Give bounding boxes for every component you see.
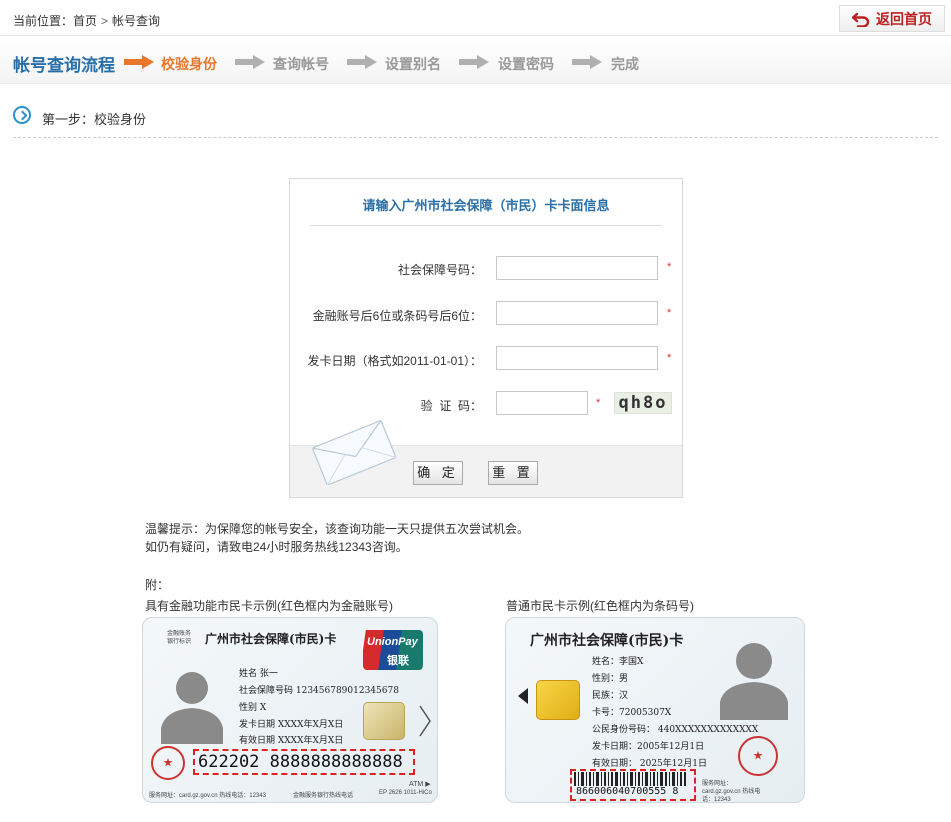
required-mark: * xyxy=(596,397,601,409)
regular-card-row: 性别：男 xyxy=(592,674,629,684)
breadcrumb: 当前位置：首页 > 帐号查询 xyxy=(13,12,160,29)
triangle-left-icon xyxy=(518,688,528,704)
financial-card-image: 金融账务 银行标识 广州市社会保障(市民)卡 UnionPay 银联 姓名 张一… xyxy=(142,617,438,803)
ssn-input[interactable] xyxy=(496,256,658,280)
captcha-label: 验 证 码： xyxy=(420,399,482,413)
financial-card-row: 性别 X xyxy=(239,703,267,713)
financial-card-row: 姓名 张一 xyxy=(239,669,278,679)
arrow-icon xyxy=(572,55,602,69)
breadcrumb-separator: > xyxy=(101,14,109,28)
chevron-right-icon xyxy=(419,705,431,737)
step-header: 第一步：校验身份 xyxy=(13,106,938,138)
regular-footer-right: 服务网址：card.gz.gov.cn 热线电话：12343 xyxy=(702,781,761,803)
regular-card-row: 卡号：72005307X xyxy=(592,708,672,718)
regular-card-title: 广州市社会保障(市民)卡 xyxy=(530,633,684,649)
regular-card-row: 姓名：李国X xyxy=(592,657,644,667)
ssn-label: 社会保障号码： xyxy=(397,263,482,277)
form-divider xyxy=(310,225,662,226)
financial-card-row: 社会保障号码 123456789012345678 xyxy=(239,686,399,696)
financial-card-row: 有效日期 XXXX年X月X日 xyxy=(239,736,344,746)
barcode-number: 866006040700555 8 xyxy=(576,786,679,797)
return-icon xyxy=(852,12,870,27)
required-mark: * xyxy=(667,352,672,364)
tip-line-2: 如仍有疑问，请致电24小时服务热线12343咨询。 xyxy=(145,540,408,554)
captcha-input[interactable] xyxy=(496,391,588,415)
unionpay-cn: 银联 xyxy=(387,655,409,667)
step-header-label: 第一步：校验身份 xyxy=(42,112,147,127)
chip-icon xyxy=(536,680,580,720)
financial-footer-right: EP 2626 1011-HiCo xyxy=(379,790,432,796)
regular-card-caption: 普通市民卡示例(红色框内为条码号) xyxy=(506,599,694,613)
required-mark: * xyxy=(667,261,672,273)
flow-step-password: 设置密码 xyxy=(498,56,554,72)
atm-mark: ATM ▶ xyxy=(409,781,431,788)
bank-mark-text: 金融账务 银行标识 xyxy=(167,631,192,645)
regular-card-row: 公民身份号码： 440XXXXXXXXXXXXX xyxy=(592,725,759,735)
breadcrumb-current: 帐号查询 xyxy=(112,14,161,28)
appendix-label: 附： xyxy=(145,578,170,592)
chip-icon xyxy=(363,702,405,740)
financial-footer-mid: 金融服务银行热线电话 xyxy=(293,793,354,799)
breadcrumb-home-link[interactable]: 首页 xyxy=(73,14,97,28)
regular-card-row: 民族：汉 xyxy=(592,691,629,701)
issue-date-input[interactable] xyxy=(496,346,658,370)
required-mark: * xyxy=(667,307,672,319)
process-flow: 帐号查询流程 校验身份 查询帐号 设置别名 设置密码 完成 xyxy=(0,36,951,84)
financial-card-row: 发卡日期 XXXX年X月X日 xyxy=(239,720,344,730)
flow-title: 帐号查询流程 xyxy=(13,56,115,75)
captcha-image[interactable]: qh8o xyxy=(614,392,672,414)
financial-card-title: 广州市社会保障(市民)卡 xyxy=(205,632,337,646)
account-suffix-label: 金融账号后6位或条码号后6位： xyxy=(312,309,482,323)
seal-icon xyxy=(738,736,778,776)
tip-line-1: 温馨提示：为保障您的帐号安全，该查询功能一天只提供五次尝试机会。 xyxy=(145,522,530,536)
verify-form: 请输入广州市社会保障（市民）卡卡面信息 社会保障号码： * 金融账号后6位或条码… xyxy=(289,178,683,498)
flow-step-done: 完成 xyxy=(611,56,639,72)
issue-date-label: 发卡日期（格式如2011-01-01）： xyxy=(307,354,483,368)
flow-step-query: 查询帐号 xyxy=(273,56,329,72)
financial-account-number: 622202 8888888888888 xyxy=(198,752,403,772)
person-photo-icon xyxy=(161,672,223,744)
form-title: 请输入广州市社会保障（市民）卡卡面信息 xyxy=(362,198,610,213)
flow-step-verify: 校验身份 xyxy=(161,56,217,72)
reset-button[interactable]: 重 置 xyxy=(488,461,538,485)
arrow-icon xyxy=(459,55,489,69)
financial-card-caption: 具有金融功能市民卡示例(红色框内为金融账号) xyxy=(145,599,393,613)
flow-step-alias: 设置别名 xyxy=(385,56,441,72)
confirm-button[interactable]: 确 定 xyxy=(413,461,463,485)
unionpay-logo: UnionPay 银联 xyxy=(363,630,423,670)
regular-card-row: 有效日期： 2025年12月1日 xyxy=(592,759,707,769)
unionpay-en: UnionPay xyxy=(367,636,418,648)
return-home-button[interactable]: 返回首页 xyxy=(839,5,945,32)
top-bar: 当前位置：首页 > 帐号查询 返回首页 xyxy=(0,0,951,36)
account-suffix-input[interactable] xyxy=(496,301,658,325)
regular-card-image: 广州市社会保障(市民)卡 姓名：李国X 性别：男 民族：汉 卡号：7200530… xyxy=(505,617,805,803)
financial-footer-left: 服务网址：card.gz.gov.cn 热线电话：12343 xyxy=(149,793,266,799)
regular-card-row: 发卡日期：2005年12月1日 xyxy=(592,742,705,752)
person-photo-icon xyxy=(720,643,788,720)
seal-icon xyxy=(151,746,185,780)
arrow-icon xyxy=(347,55,377,69)
arrow-active-icon xyxy=(124,55,154,69)
return-home-label: 返回首页 xyxy=(876,10,932,27)
chevron-circle-icon xyxy=(13,106,31,124)
breadcrumb-prefix: 当前位置： xyxy=(13,14,74,28)
arrow-icon xyxy=(235,55,265,69)
envelope-icon xyxy=(312,420,397,485)
